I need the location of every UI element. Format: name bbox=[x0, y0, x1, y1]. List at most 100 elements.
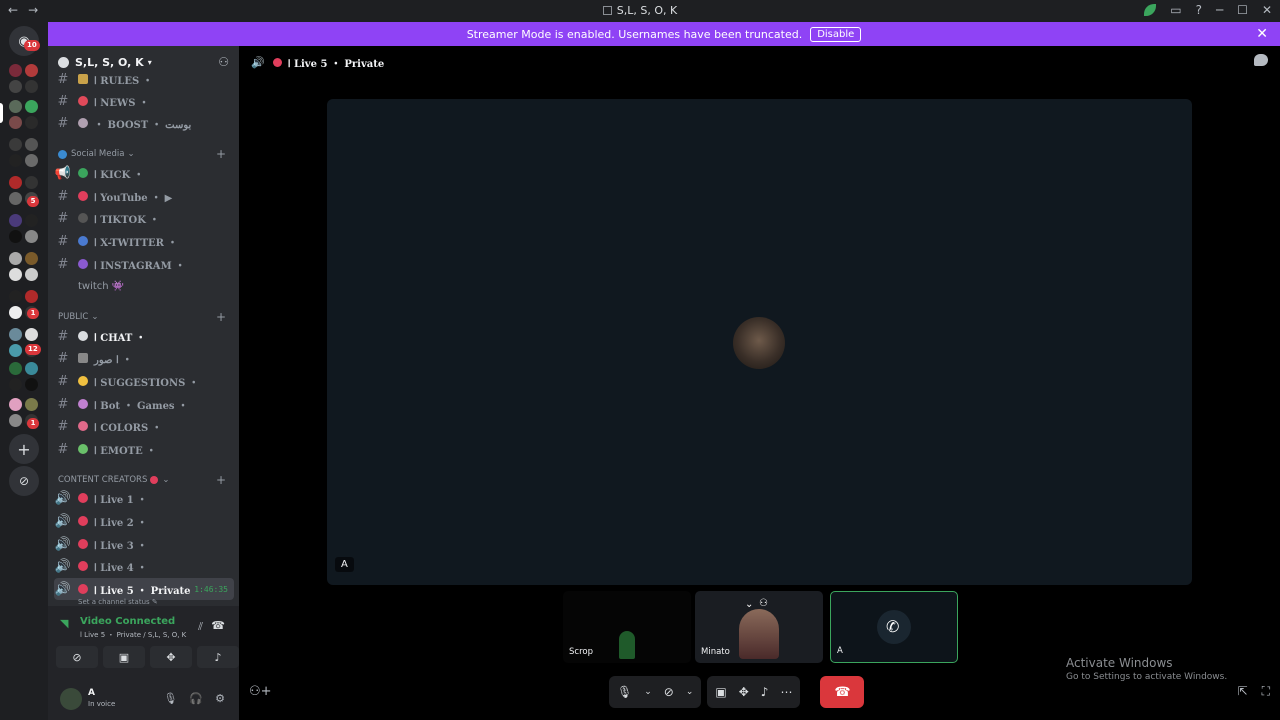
channel-news[interactable]: # ا NEWS ・ bbox=[54, 90, 234, 112]
activities-icon[interactable]: ✥ bbox=[739, 685, 749, 699]
create-channel-icon[interactable]: + bbox=[216, 147, 226, 161]
voice-location[interactable]: ا Live 5 ・ Private / S,L, S, O, K bbox=[80, 630, 186, 640]
disable-streamer-mode-button[interactable]: Disable bbox=[810, 26, 862, 42]
speaker-icon: 🔊 bbox=[251, 55, 265, 69]
speaker-icon: 🔊 bbox=[54, 558, 72, 574]
globe-icon bbox=[58, 149, 67, 159]
noise-suppression-icon[interactable]: ⫽ bbox=[198, 620, 203, 634]
popout-icon[interactable]: ⇱ bbox=[1238, 684, 1248, 699]
activities-button[interactable]: ✥ bbox=[150, 646, 192, 668]
username[interactable]: A bbox=[88, 688, 95, 698]
channel-boost[interactable]: # ・ BOOST ・ بوست bbox=[54, 112, 234, 134]
participant-name: Minato bbox=[701, 647, 730, 657]
close-window-button[interactable]: ✕ bbox=[1262, 3, 1272, 17]
add-server-icon[interactable]: + bbox=[9, 434, 39, 464]
voice-channel-live-2[interactable]: 🔊 ا Live 2 ・ bbox=[54, 510, 234, 532]
channel-label: ا TIKTOK ・ bbox=[94, 214, 160, 226]
channel-status-hint[interactable]: Set a channel status ✎ bbox=[78, 598, 158, 606]
category-content-creators[interactable]: CONTENT CREATORS ⌄ + bbox=[58, 473, 234, 487]
server-folder-2[interactable] bbox=[9, 100, 39, 130]
channel-suggestions[interactable]: # ا SUGGESTIONS ・ bbox=[54, 370, 234, 392]
focused-video-stage[interactable]: A bbox=[327, 99, 1192, 585]
banner-close-icon[interactable]: ✕ bbox=[1256, 26, 1268, 42]
channel-emoji bbox=[78, 561, 88, 571]
minimize-button[interactable]: ─ bbox=[1216, 3, 1223, 17]
invite-people-icon[interactable]: ⚇ bbox=[218, 55, 229, 69]
participant-tile-scrop[interactable]: Scrop bbox=[563, 591, 691, 663]
speaker-icon: 🔊 bbox=[54, 536, 72, 552]
server-folder-1[interactable] bbox=[9, 64, 39, 94]
speaker-icon: 🔊 bbox=[54, 490, 72, 506]
chevron-down-icon: ▾ bbox=[147, 57, 152, 67]
add-people-icon[interactable]: ⚇+ bbox=[249, 684, 272, 699]
camera-off-icon[interactable]: ⊘ bbox=[664, 685, 674, 699]
voice-channel-live-1[interactable]: 🔊 ا Live 1 ・ bbox=[54, 487, 234, 509]
screen-share-button[interactable]: ▣ bbox=[103, 646, 145, 668]
channel-instagram[interactable]: # ا INSTAGRAM ・ bbox=[54, 253, 234, 275]
chevron-down-icon[interactable]: ⌄ bbox=[686, 687, 694, 697]
avatar[interactable] bbox=[60, 688, 82, 710]
channel-bot-games[interactable]: # ا Bot ・ Games ・ bbox=[54, 393, 234, 415]
channel-tiktok[interactable]: # ا TIKTOK ・ bbox=[54, 207, 234, 229]
voice-channel-live-4[interactable]: 🔊 ا Live 4 ・ bbox=[54, 555, 234, 577]
chevron-down-icon[interactable]: ⌄ bbox=[745, 599, 753, 610]
microphone-icon[interactable]: 🎙 bbox=[617, 685, 632, 699]
camera-off-button[interactable]: ⊘ bbox=[56, 646, 98, 668]
focus-user-icon[interactable]: ⚇ bbox=[759, 598, 768, 609]
fullscreen-icon[interactable]: ⛶ bbox=[1262, 684, 1270, 699]
channel-emoji bbox=[78, 331, 88, 341]
text-channel-icon: # bbox=[57, 256, 69, 272]
gear-icon[interactable]: ⚙ bbox=[215, 692, 225, 705]
channel-twitch[interactable]: twitch 👾 bbox=[54, 275, 234, 297]
windows-activation-watermark: Activate Windows Go to Settings to activ… bbox=[1066, 656, 1227, 682]
channel-kick[interactable]: 📢 ا KICK ・ bbox=[54, 162, 234, 184]
chat-icon[interactable] bbox=[1254, 54, 1268, 66]
participant-tile-minato[interactable]: ⌄ ⚇ Minato bbox=[695, 591, 823, 663]
inbox-icon[interactable]: ▭ bbox=[1170, 3, 1181, 17]
channel-youtube[interactable]: # ا YouTube ・ ▶ bbox=[54, 185, 234, 207]
maximize-button[interactable]: ☐ bbox=[1237, 3, 1248, 17]
soundboard-button[interactable]: ♪ bbox=[197, 646, 239, 668]
server-indicator bbox=[0, 103, 3, 123]
soundboard-icon[interactable]: ♪ bbox=[761, 685, 769, 699]
screen-share-icon[interactable]: ▣ bbox=[715, 685, 726, 699]
category-social-media[interactable]: Social Media ⌄ + bbox=[58, 147, 234, 161]
channel-emote[interactable]: # ا EMOTE ・ bbox=[54, 438, 234, 460]
microphone-icon[interactable]: 🎙 bbox=[163, 692, 177, 705]
chevron-down-icon[interactable]: ⌄ bbox=[644, 687, 652, 697]
create-channel-icon[interactable]: + bbox=[216, 473, 226, 487]
create-channel-icon[interactable]: + bbox=[216, 310, 226, 324]
category-public[interactable]: PUBLIC ⌄ + bbox=[58, 310, 234, 324]
channel-emoji bbox=[78, 444, 88, 454]
participant-tile-a[interactable]: ✆ A bbox=[830, 591, 958, 663]
user-panel: A In voice 🎙 🎧 ⚙ bbox=[48, 682, 239, 720]
activate-title: Activate Windows bbox=[1066, 656, 1173, 670]
announcement-icon: 📢 bbox=[54, 165, 72, 181]
disconnect-icon[interactable]: ☎ bbox=[211, 619, 225, 632]
disconnect-call-button[interactable]: ☎ bbox=[820, 676, 865, 708]
text-channel-icon: # bbox=[57, 418, 69, 434]
channel-colors[interactable]: # ا COLORS ・ bbox=[54, 415, 234, 437]
activate-subtitle: Go to Settings to activate Windows. bbox=[1066, 672, 1228, 682]
server-folder-9[interactable] bbox=[9, 362, 39, 392]
channel-x-twitter[interactable]: # ا X-TWITTER ・ bbox=[54, 230, 234, 252]
headphones-icon[interactable]: 🎧 bbox=[189, 692, 203, 705]
server-folder-3[interactable] bbox=[9, 138, 39, 168]
channel-images[interactable]: # ا صور ・ bbox=[54, 347, 234, 369]
voice-channel-live-3[interactable]: 🔊 ا Live 3 ・ bbox=[54, 533, 234, 555]
channel-label: ا COLORS ・ bbox=[94, 422, 162, 434]
server-folder-6[interactable] bbox=[9, 252, 39, 282]
chevron-down-icon: ⌄ bbox=[91, 312, 99, 322]
server-folder-5[interactable] bbox=[9, 214, 39, 244]
call-corner-controls: ⇱ ⛶ bbox=[1238, 684, 1270, 699]
channel-chat[interactable]: # ا CHAT ・ bbox=[54, 325, 234, 347]
voice-channel-live-5[interactable]: 🔊 ا Live 5 ・ Private 1:46:35 bbox=[54, 578, 234, 600]
channel-emoji bbox=[78, 421, 88, 431]
channel-rules[interactable]: # ا RULES ・ bbox=[54, 68, 234, 90]
voice-elapsed-time: 1:46:35 bbox=[194, 584, 228, 594]
help-icon[interactable]: ? bbox=[1196, 3, 1202, 17]
discover-compass-icon[interactable]: ⊘ bbox=[9, 466, 39, 496]
more-options-icon[interactable]: ⋯ bbox=[780, 685, 792, 699]
av-controls: 🎙 ⌄ ⊘ ⌄ bbox=[609, 676, 702, 708]
leaf-icon[interactable] bbox=[1144, 4, 1157, 16]
